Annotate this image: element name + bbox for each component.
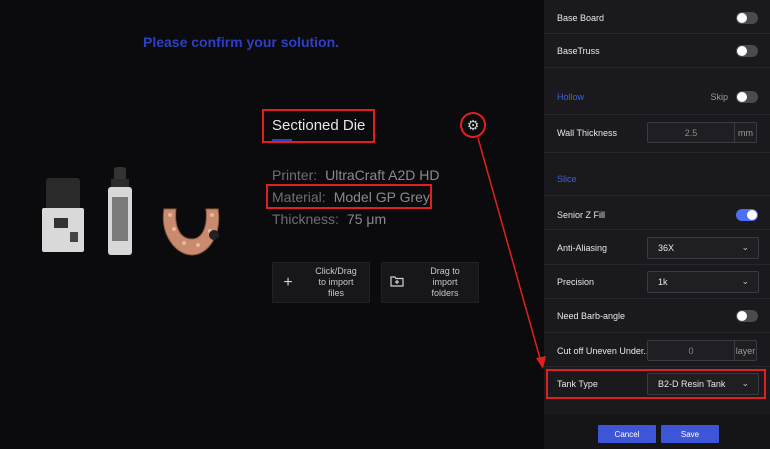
- resin-bottle-image: [108, 167, 132, 255]
- cut-off-unit: layer: [734, 341, 756, 360]
- hollow-header: Hollow: [557, 92, 585, 102]
- barb-angle-row: Need Barb-angle: [544, 308, 770, 324]
- slice-header: Slice: [557, 174, 577, 184]
- tank-type-highlight: [546, 369, 766, 399]
- wall-thickness-row: Wall Thickness 2.5 mm: [544, 122, 770, 144]
- barb-angle-toggle[interactable]: [736, 310, 758, 322]
- anti-aliasing-value: 36X: [658, 243, 675, 253]
- wall-thickness-field[interactable]: 2.5 mm: [647, 122, 757, 143]
- hollow-header-row: Hollow Skip: [544, 89, 770, 105]
- anti-aliasing-label: Anti-Aliasing: [557, 243, 608, 253]
- precision-value: 1k: [658, 277, 668, 287]
- solution-preview-area: Please confirm your solution. Sectioned …: [0, 0, 544, 449]
- printer-image: [42, 178, 84, 252]
- import-files-button[interactable]: + Click/Drag to import files: [272, 262, 370, 303]
- thickness-info: Thickness: 75 μm: [272, 211, 386, 227]
- thickness-label: Thickness:: [272, 211, 339, 227]
- base-truss-label: BaseTruss: [557, 46, 600, 56]
- printer-info: Printer: UltraCraft A2D HD: [272, 167, 439, 183]
- base-board-row: Base Board: [544, 10, 770, 26]
- senior-z-fill-toggle[interactable]: [736, 209, 758, 221]
- chevron-down-icon: ⌄: [741, 242, 749, 252]
- wall-thickness-label: Wall Thickness: [557, 128, 618, 138]
- base-truss-row: BaseTruss: [544, 43, 770, 59]
- cut-off-value: 0: [688, 345, 694, 356]
- hollow-skip-toggle[interactable]: [736, 91, 758, 103]
- plus-icon: +: [283, 273, 293, 291]
- cancel-button[interactable]: Cancel: [598, 425, 656, 443]
- thickness-value: 75 μm: [346, 211, 387, 227]
- cut-off-row: Cut off Uneven Under... 0 layer: [544, 340, 770, 362]
- section-title-highlight: [262, 109, 375, 143]
- wall-thickness-value: 2.5: [684, 127, 698, 138]
- gear-icon: ⚙: [466, 116, 480, 133]
- printer-label: Printer:: [272, 167, 318, 183]
- base-truss-toggle[interactable]: [736, 45, 758, 57]
- panel-footer: Cancel Save: [544, 415, 770, 449]
- chevron-down-icon: ⌄: [741, 276, 749, 286]
- folder-import-icon: [382, 274, 412, 292]
- save-button[interactable]: Save: [661, 425, 719, 443]
- printer-value: UltraCraft A2D HD: [325, 167, 440, 183]
- confirm-title: Please confirm your solution.: [143, 34, 340, 50]
- cut-off-label: Cut off Uneven Under...: [557, 346, 651, 356]
- import-files-label: Click/Drag to import files: [315, 266, 357, 298]
- precision-select[interactable]: 1k ⌄: [647, 271, 759, 293]
- precision-row: Precision 1k ⌄: [544, 271, 770, 293]
- slice-header-row: Slice: [544, 171, 770, 187]
- senior-z-fill-row: Senior Z Fill: [544, 207, 770, 223]
- import-folders-label: Drag to import folders: [430, 266, 460, 298]
- import-folders-button[interactable]: Drag to import folders: [381, 262, 479, 303]
- cut-off-field[interactable]: 0 layer: [647, 340, 757, 361]
- wall-thickness-unit: mm: [734, 123, 756, 142]
- material-highlight: [266, 184, 432, 209]
- precision-label: Precision: [557, 277, 595, 287]
- anti-aliasing-row: Anti-Aliasing 36X ⌄: [544, 237, 770, 259]
- anti-aliasing-select[interactable]: 36X ⌄: [647, 237, 759, 259]
- base-board-label: Base Board: [557, 13, 605, 23]
- barb-angle-label: Need Barb-angle: [557, 311, 626, 321]
- settings-button[interactable]: ⚙: [460, 112, 486, 138]
- senior-z-fill-label: Senior Z Fill: [557, 210, 606, 220]
- skip-label: Skip: [710, 92, 728, 102]
- die-model-image: [162, 208, 220, 256]
- base-board-toggle[interactable]: [736, 12, 758, 24]
